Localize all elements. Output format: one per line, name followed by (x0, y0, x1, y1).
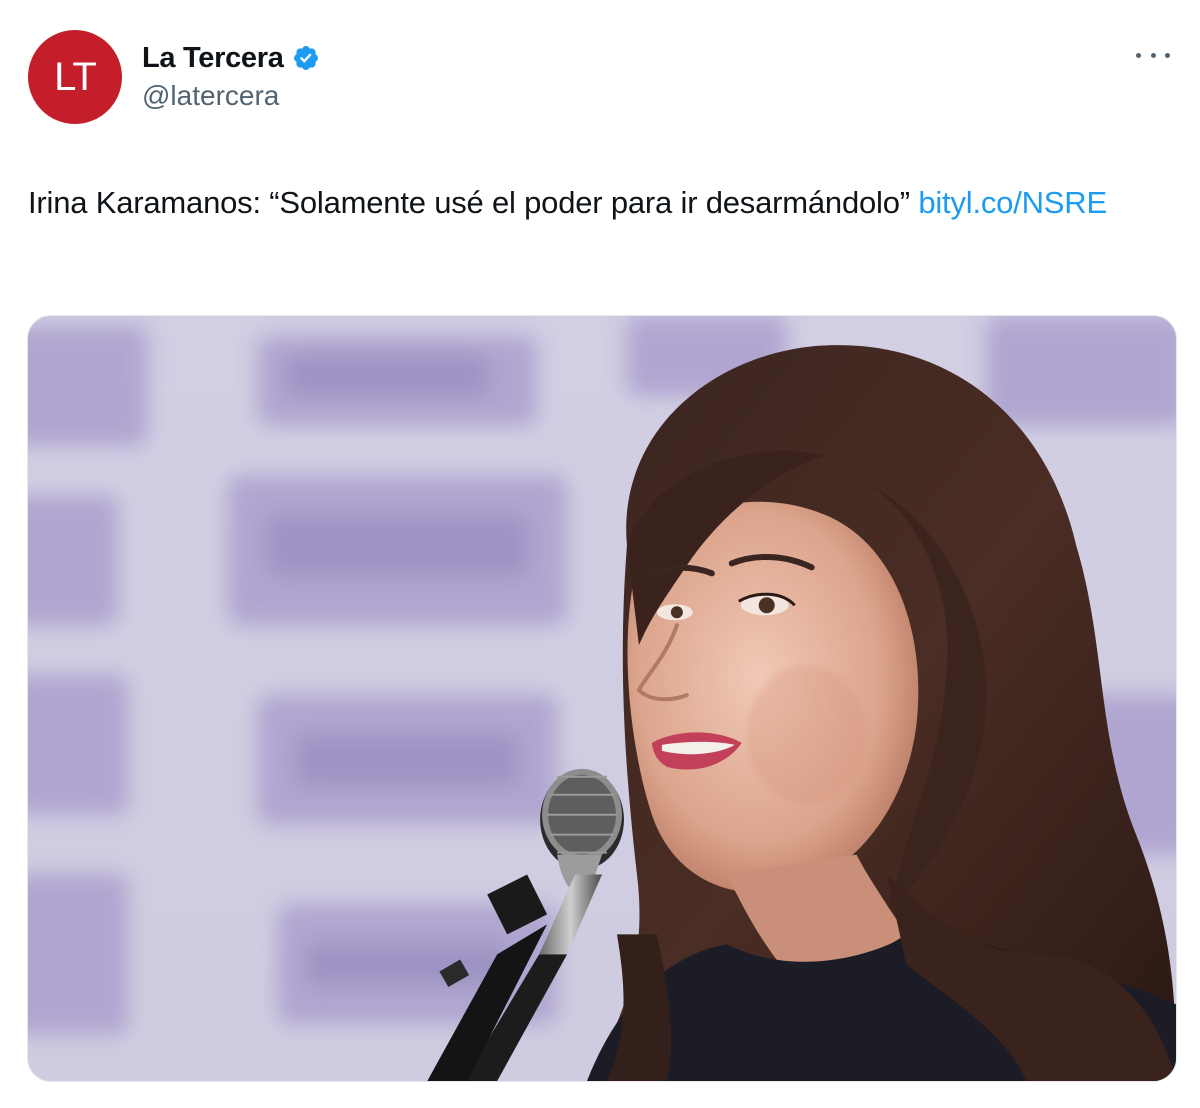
handle[interactable]: @latercera (142, 80, 320, 112)
dot-icon (1136, 52, 1141, 58)
more-options-button[interactable] (1136, 45, 1170, 65)
name-row: La Tercera (142, 38, 320, 78)
display-name[interactable]: La Tercera (142, 42, 284, 75)
author-block: La Tercera @latercera (142, 38, 320, 112)
verified-badge-icon (293, 46, 318, 70)
dot-icon (1165, 52, 1170, 58)
tweet-body: Irina Karamanos: “Solamente usé el poder… (28, 185, 919, 220)
tweet-photo[interactable] (27, 315, 1177, 1082)
tweet-text: Irina Karamanos: “Solamente usé el poder… (28, 180, 1178, 226)
tweet-link[interactable]: bityl.co/​NSRE (918, 185, 1107, 220)
photo-image (28, 316, 1176, 1081)
avatar-initials: LT (54, 54, 97, 99)
tweet-card[interactable]: LT La Tercera @latercera Irina Karamanos… (0, 0, 1200, 1108)
avatar[interactable]: LT (28, 30, 122, 124)
dot-icon (1150, 52, 1156, 58)
